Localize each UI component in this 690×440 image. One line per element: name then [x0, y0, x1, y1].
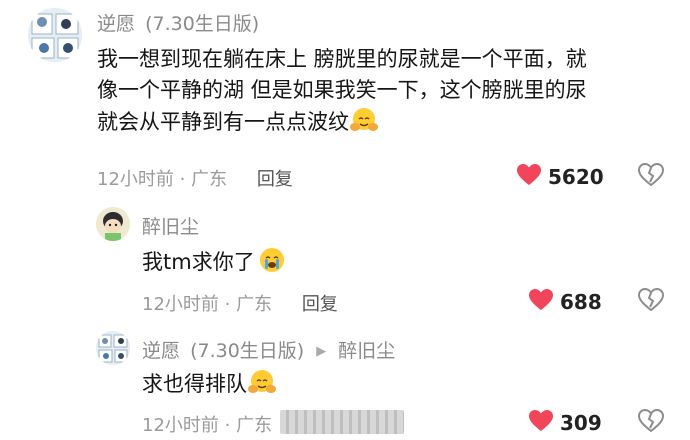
like-button[interactable]: 688 — [528, 288, 602, 316]
comment-author[interactable]: 逆愿 (7.30生日版) — [97, 9, 259, 36]
broken-heart-icon — [637, 287, 665, 316]
like-count: 688 — [560, 290, 602, 314]
reply-button[interactable]: 回复 — [302, 294, 338, 315]
location: 广东 — [191, 169, 228, 190]
comment-author[interactable]: 醉旧尘 — [142, 212, 199, 239]
timestamp: 12小时前 — [142, 415, 219, 436]
comment-meta: 12小时前 · 广东 回复 — [97, 169, 293, 190]
heart-icon — [528, 409, 554, 437]
dislike-button[interactable] — [637, 162, 665, 191]
heart-icon — [516, 163, 542, 191]
broken-heart-icon — [637, 408, 665, 437]
location: 广东 — [236, 415, 273, 436]
author-name[interactable]: 醉旧尘 — [142, 216, 199, 238]
comment-meta: 12小时前 · 广东 回复 — [142, 294, 338, 315]
author-tag: (7.30生日版) — [190, 340, 305, 362]
dislike-button[interactable] — [637, 287, 665, 316]
heart-icon — [528, 288, 554, 316]
broken-heart-icon — [637, 162, 665, 191]
dislike-button[interactable] — [637, 408, 665, 437]
redacted-area — [280, 410, 404, 434]
author-name[interactable]: 逆愿 — [97, 13, 135, 35]
hugging-emoji-icon — [247, 368, 277, 405]
timestamp: 12小时前 — [142, 294, 219, 315]
author-name[interactable]: 逆愿 — [142, 340, 180, 362]
comment-text: 我tm求你了 — [142, 246, 286, 283]
reply-arrow-icon: ▶ — [316, 344, 327, 359]
comment-author[interactable]: 逆愿 (7.30生日版) ▶ 醉旧尘 — [142, 336, 395, 363]
avatar[interactable] — [96, 207, 130, 241]
avatar[interactable] — [96, 331, 130, 365]
like-button[interactable]: 5620 — [516, 163, 604, 191]
avatar[interactable] — [28, 8, 82, 62]
location: 广东 — [236, 294, 273, 315]
crying-emoji-icon — [258, 246, 286, 283]
like-button[interactable]: 309 — [528, 409, 602, 437]
like-count: 5620 — [548, 165, 604, 189]
reply-to-name[interactable]: 醉旧尘 — [338, 340, 395, 362]
comment-meta: 12小时前 · 广东 — [142, 415, 273, 436]
comment-text: 求也得排队 — [142, 368, 277, 405]
author-tag: (7.30生日版) — [145, 13, 260, 35]
comment-text-line: 我一想到现在躺在床上 膀胱里的尿就是一个平面，就 — [97, 47, 587, 71]
comment-text-line: 像一个平静的湖 但是如果我笑一下，这个膀胱里的尿 — [97, 78, 587, 102]
comment-text-line: 就会从平静到有一点点波纹 — [97, 106, 657, 143]
hugging-emoji-icon — [349, 106, 379, 143]
comment-text: 我一想到现在躺在床上 膀胱里的尿就是一个平面，就 像一个平静的湖 但是如果我笑一… — [97, 44, 657, 143]
like-count: 309 — [560, 411, 602, 435]
timestamp: 12小时前 — [97, 169, 174, 190]
reply-button[interactable]: 回复 — [257, 169, 293, 190]
